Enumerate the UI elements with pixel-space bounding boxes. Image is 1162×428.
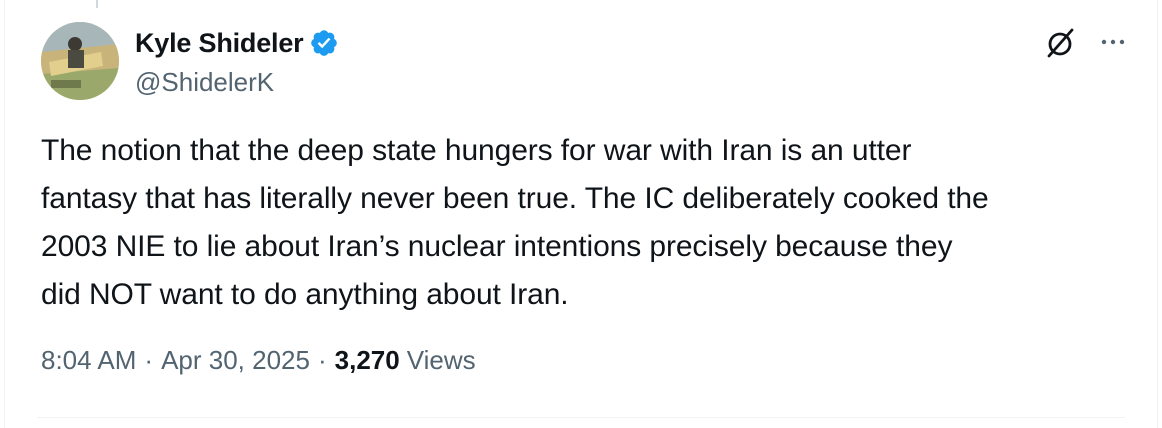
tweet-date[interactable]: Apr 30, 2025 bbox=[161, 345, 310, 376]
tweet-card[interactable]: Kyle Shideler @ShidelerK The notion that… bbox=[4, 0, 1158, 428]
more-options-icon[interactable] bbox=[1098, 30, 1128, 54]
grok-icon[interactable] bbox=[1043, 26, 1077, 60]
tweet-time[interactable]: 8:04 AM bbox=[41, 345, 136, 376]
meta-separator: · bbox=[317, 345, 327, 375]
tweet-meta: 8:04 AM · Apr 30, 2025 · 3,270 Views bbox=[41, 345, 476, 376]
views-label[interactable]: Views bbox=[407, 345, 476, 376]
author-name-row[interactable]: Kyle Shideler bbox=[135, 25, 339, 61]
author-name[interactable]: Kyle Shideler bbox=[135, 28, 304, 59]
verified-badge-icon[interactable] bbox=[309, 28, 339, 58]
author-handle[interactable]: @ShidelerK bbox=[135, 67, 274, 98]
divider bbox=[37, 417, 1125, 418]
avatar[interactable] bbox=[41, 22, 119, 100]
thread-connector-line bbox=[96, 0, 98, 8]
avatar-photo-icon bbox=[41, 22, 119, 100]
meta-separator: · bbox=[144, 345, 154, 375]
tweet-text: The notion that the deep state hungers f… bbox=[41, 134, 989, 311]
views-count[interactable]: 3,270 bbox=[335, 345, 400, 376]
